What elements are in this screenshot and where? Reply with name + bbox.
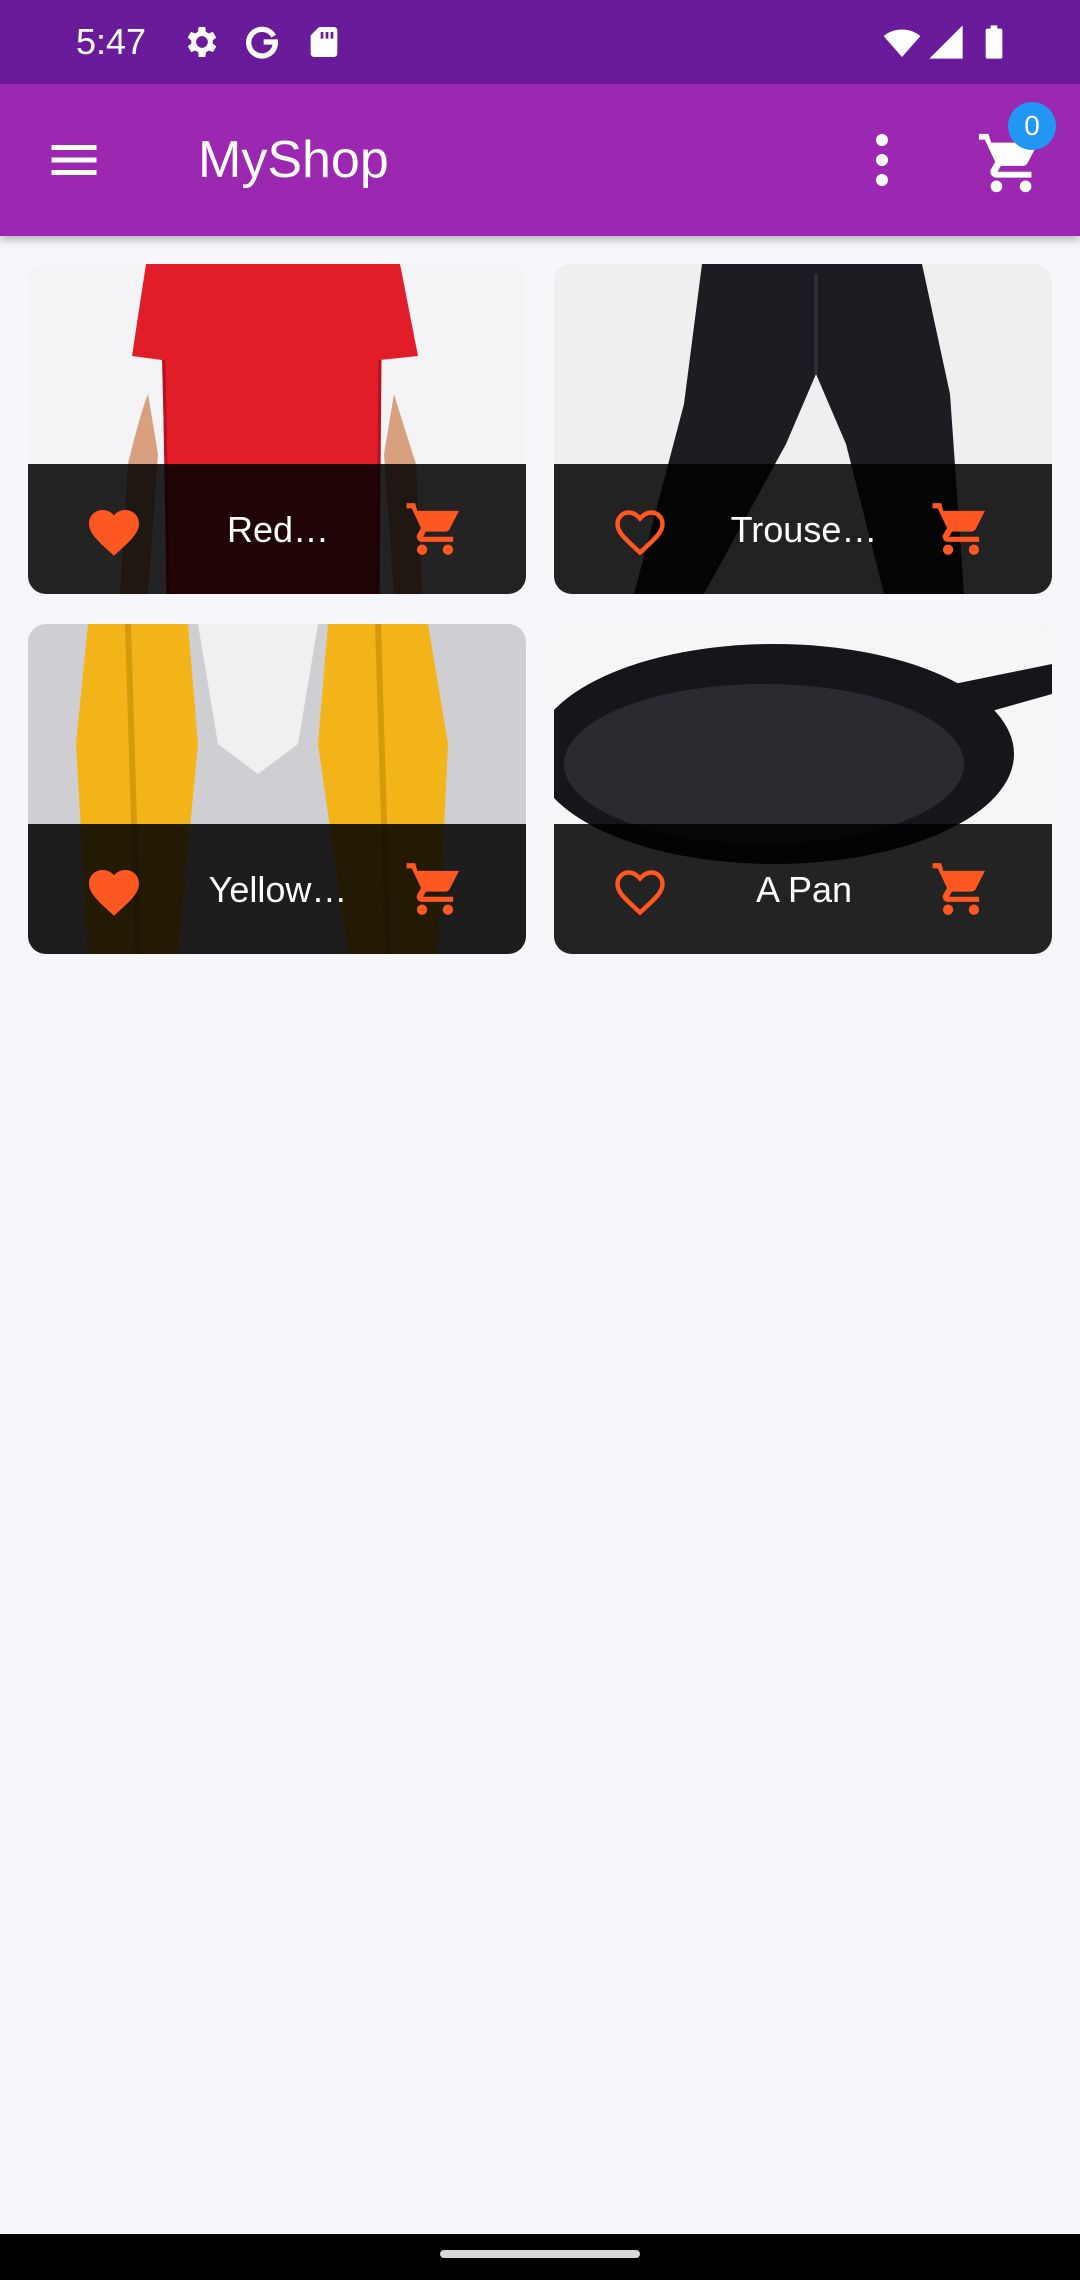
app-title: MyShop bbox=[198, 131, 389, 189]
product-footer: Red… bbox=[28, 464, 526, 594]
product-footer: Trouse… bbox=[554, 464, 1052, 594]
product-card[interactable]: Red… bbox=[28, 264, 526, 594]
more-vert-icon[interactable] bbox=[862, 130, 902, 190]
add-to-cart-icon[interactable] bbox=[930, 498, 992, 560]
system-navigation-bar bbox=[0, 2234, 1080, 2280]
sd-card-icon bbox=[304, 22, 344, 62]
product-title: Trouse… bbox=[730, 509, 878, 550]
product-footer: A Pan bbox=[554, 824, 1052, 954]
favorite-filled-icon[interactable] bbox=[84, 502, 144, 558]
settings-gear-icon bbox=[182, 22, 222, 62]
product-card[interactable]: Yellow… bbox=[28, 624, 526, 954]
product-card[interactable]: A Pan bbox=[554, 624, 1052, 954]
app-bar: MyShop bbox=[0, 84, 1080, 236]
hamburger-menu-icon[interactable] bbox=[44, 130, 104, 190]
google-g-icon bbox=[242, 22, 282, 62]
cell-signal-icon bbox=[926, 22, 966, 62]
favorite-filled-icon[interactable] bbox=[84, 862, 144, 918]
product-title: Yellow… bbox=[208, 869, 348, 910]
add-to-cart-icon[interactable] bbox=[404, 498, 466, 560]
product-card[interactable]: Trouse… bbox=[554, 264, 1052, 594]
wifi-icon bbox=[882, 22, 922, 62]
add-to-cart-icon[interactable] bbox=[930, 858, 992, 920]
home-gesture-handle[interactable] bbox=[440, 2250, 640, 2258]
cart-count-badge: 0 bbox=[1008, 102, 1056, 150]
product-title: Red… bbox=[226, 509, 330, 550]
status-bar: 5:47 bbox=[0, 0, 1080, 84]
product-title: A Pan bbox=[755, 869, 853, 910]
product-footer: Yellow… bbox=[28, 824, 526, 954]
status-time: 5:47 bbox=[76, 21, 147, 62]
favorite-outline-icon[interactable] bbox=[610, 502, 670, 558]
add-to-cart-icon[interactable] bbox=[404, 858, 466, 920]
battery-icon bbox=[974, 22, 1014, 62]
favorite-outline-icon[interactable] bbox=[610, 862, 670, 918]
